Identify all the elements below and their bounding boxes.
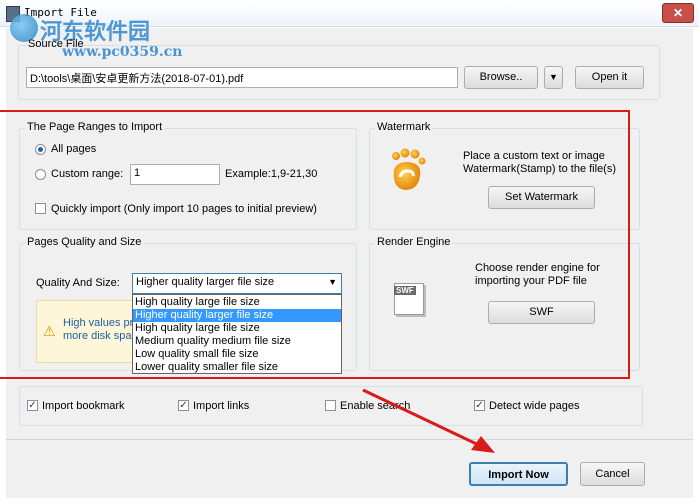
- annotation-arrow: [362, 388, 495, 453]
- open-it-button[interactable]: Open it: [575, 66, 644, 89]
- import-links-label: Import links: [193, 400, 250, 412]
- import-bookmark-checkbox[interactable]: ✓: [27, 400, 38, 411]
- cancel-button[interactable]: Cancel: [580, 462, 645, 486]
- source-file-label: Source File: [28, 38, 84, 50]
- browse-dropdown-button[interactable]: ▼: [544, 66, 563, 89]
- footer-separator: [6, 439, 693, 440]
- annotation-box: [0, 110, 630, 379]
- import-links-checkbox[interactable]: ✓: [178, 400, 189, 411]
- enable-search-checkbox[interactable]: [325, 400, 336, 411]
- close-button[interactable]: ✕: [662, 3, 694, 23]
- chevron-down-icon: ▼: [549, 72, 558, 82]
- browse-button[interactable]: Browse..: [464, 66, 538, 89]
- import-bookmark-label: Import bookmark: [42, 400, 125, 412]
- source-path-field[interactable]: D:\tools\桌面\安卓更新方法(2018-07-01).pdf: [26, 67, 458, 88]
